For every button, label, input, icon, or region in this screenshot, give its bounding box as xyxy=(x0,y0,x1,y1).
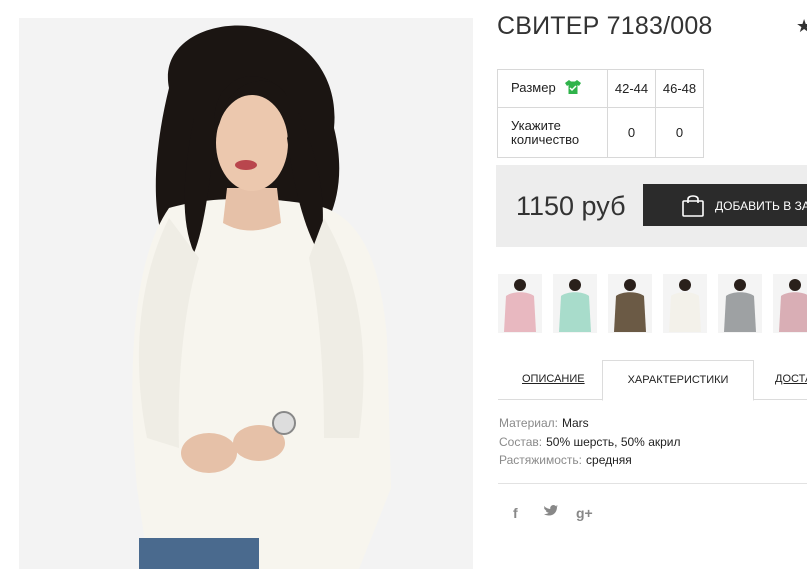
add-to-cart-label: ДОБАВИТЬ В ЗАКАЗ xyxy=(715,199,807,213)
size-option-2: 46-48 xyxy=(655,69,704,108)
product-price: 1150 руб xyxy=(516,191,626,221)
section-divider xyxy=(498,483,807,484)
google-plus-icon[interactable]: g+ xyxy=(576,505,593,521)
thumb-sweater xyxy=(724,292,756,332)
tab-description[interactable]: ОПИСАНИЕ xyxy=(522,373,585,385)
shopping-bag-icon xyxy=(681,193,705,220)
star-icon[interactable]: ★ xyxy=(796,16,807,37)
spec-row-stretch: Растяжимость: средняя xyxy=(499,451,681,470)
tab-delivery[interactable]: ДОСТАВКА xyxy=(775,373,807,385)
size-option-1: 42-44 xyxy=(607,69,656,108)
product-title: СВИТЕР 7183/008 xyxy=(497,12,713,40)
quantity-label: Укажите количество xyxy=(497,107,608,158)
twitter-icon[interactable] xyxy=(543,505,558,521)
facebook-icon[interactable]: f xyxy=(513,505,518,521)
thumb-sweater xyxy=(669,292,701,332)
size-row: Размер 42-44 46-48 xyxy=(497,69,704,108)
price-panel: 1150 руб ДОБАВИТЬ В ЗАКАЗ xyxy=(496,165,807,247)
spec-value: средняя xyxy=(586,453,632,467)
thumb-sweater xyxy=(504,292,536,332)
quantity-input-1[interactable]: 0 xyxy=(607,107,656,158)
spec-key: Растяжимость: xyxy=(499,453,583,467)
spec-row-composition: Состав: 50% шерсть, 50% акрил xyxy=(499,433,681,452)
spec-value: 50% шерсть, 50% акрил xyxy=(546,434,681,449)
thumb-sweater xyxy=(779,292,807,332)
spec-key: Состав: xyxy=(499,434,543,449)
color-thumbnail[interactable] xyxy=(553,274,597,333)
thumb-sweater xyxy=(559,292,591,332)
quantity-row: Укажите количество 0 0 xyxy=(497,107,704,158)
product-main-photo[interactable] xyxy=(19,18,473,569)
spec-value: Mars xyxy=(561,416,589,430)
spec-row-material: Материал: Mars xyxy=(499,414,681,433)
color-thumbnail[interactable] xyxy=(498,274,542,333)
model-photo-illustration xyxy=(19,18,473,569)
color-thumbnails xyxy=(498,274,807,334)
size-quantity-table: Размер 42-44 46-48 Укажите количество 0 … xyxy=(497,69,704,158)
product-tabs: ОПИСАНИЕ ХАРАКТЕРИСТИКИ ДОСТАВКА xyxy=(498,360,807,401)
size-label-cell: Размер xyxy=(497,69,608,108)
add-to-cart-button[interactable]: ДОБАВИТЬ В ЗАКАЗ xyxy=(643,184,807,226)
size-label: Размер xyxy=(511,79,556,95)
tab-characteristics[interactable]: ХАРАКТЕРИСТИКИ xyxy=(602,360,754,401)
characteristics-list: Материал: Mars Состав: 50% шерсть, 50% акр… xyxy=(499,414,681,470)
quantity-input-2[interactable]: 0 xyxy=(655,107,704,158)
tshirt-icon[interactable] xyxy=(565,80,582,97)
thumb-sweater xyxy=(614,292,646,332)
spec-key: Материал: xyxy=(499,416,558,430)
color-thumbnail[interactable] xyxy=(773,274,807,333)
color-thumbnail[interactable] xyxy=(608,274,652,333)
color-thumbnail[interactable] xyxy=(663,274,707,333)
color-thumbnail[interactable] xyxy=(718,274,762,333)
